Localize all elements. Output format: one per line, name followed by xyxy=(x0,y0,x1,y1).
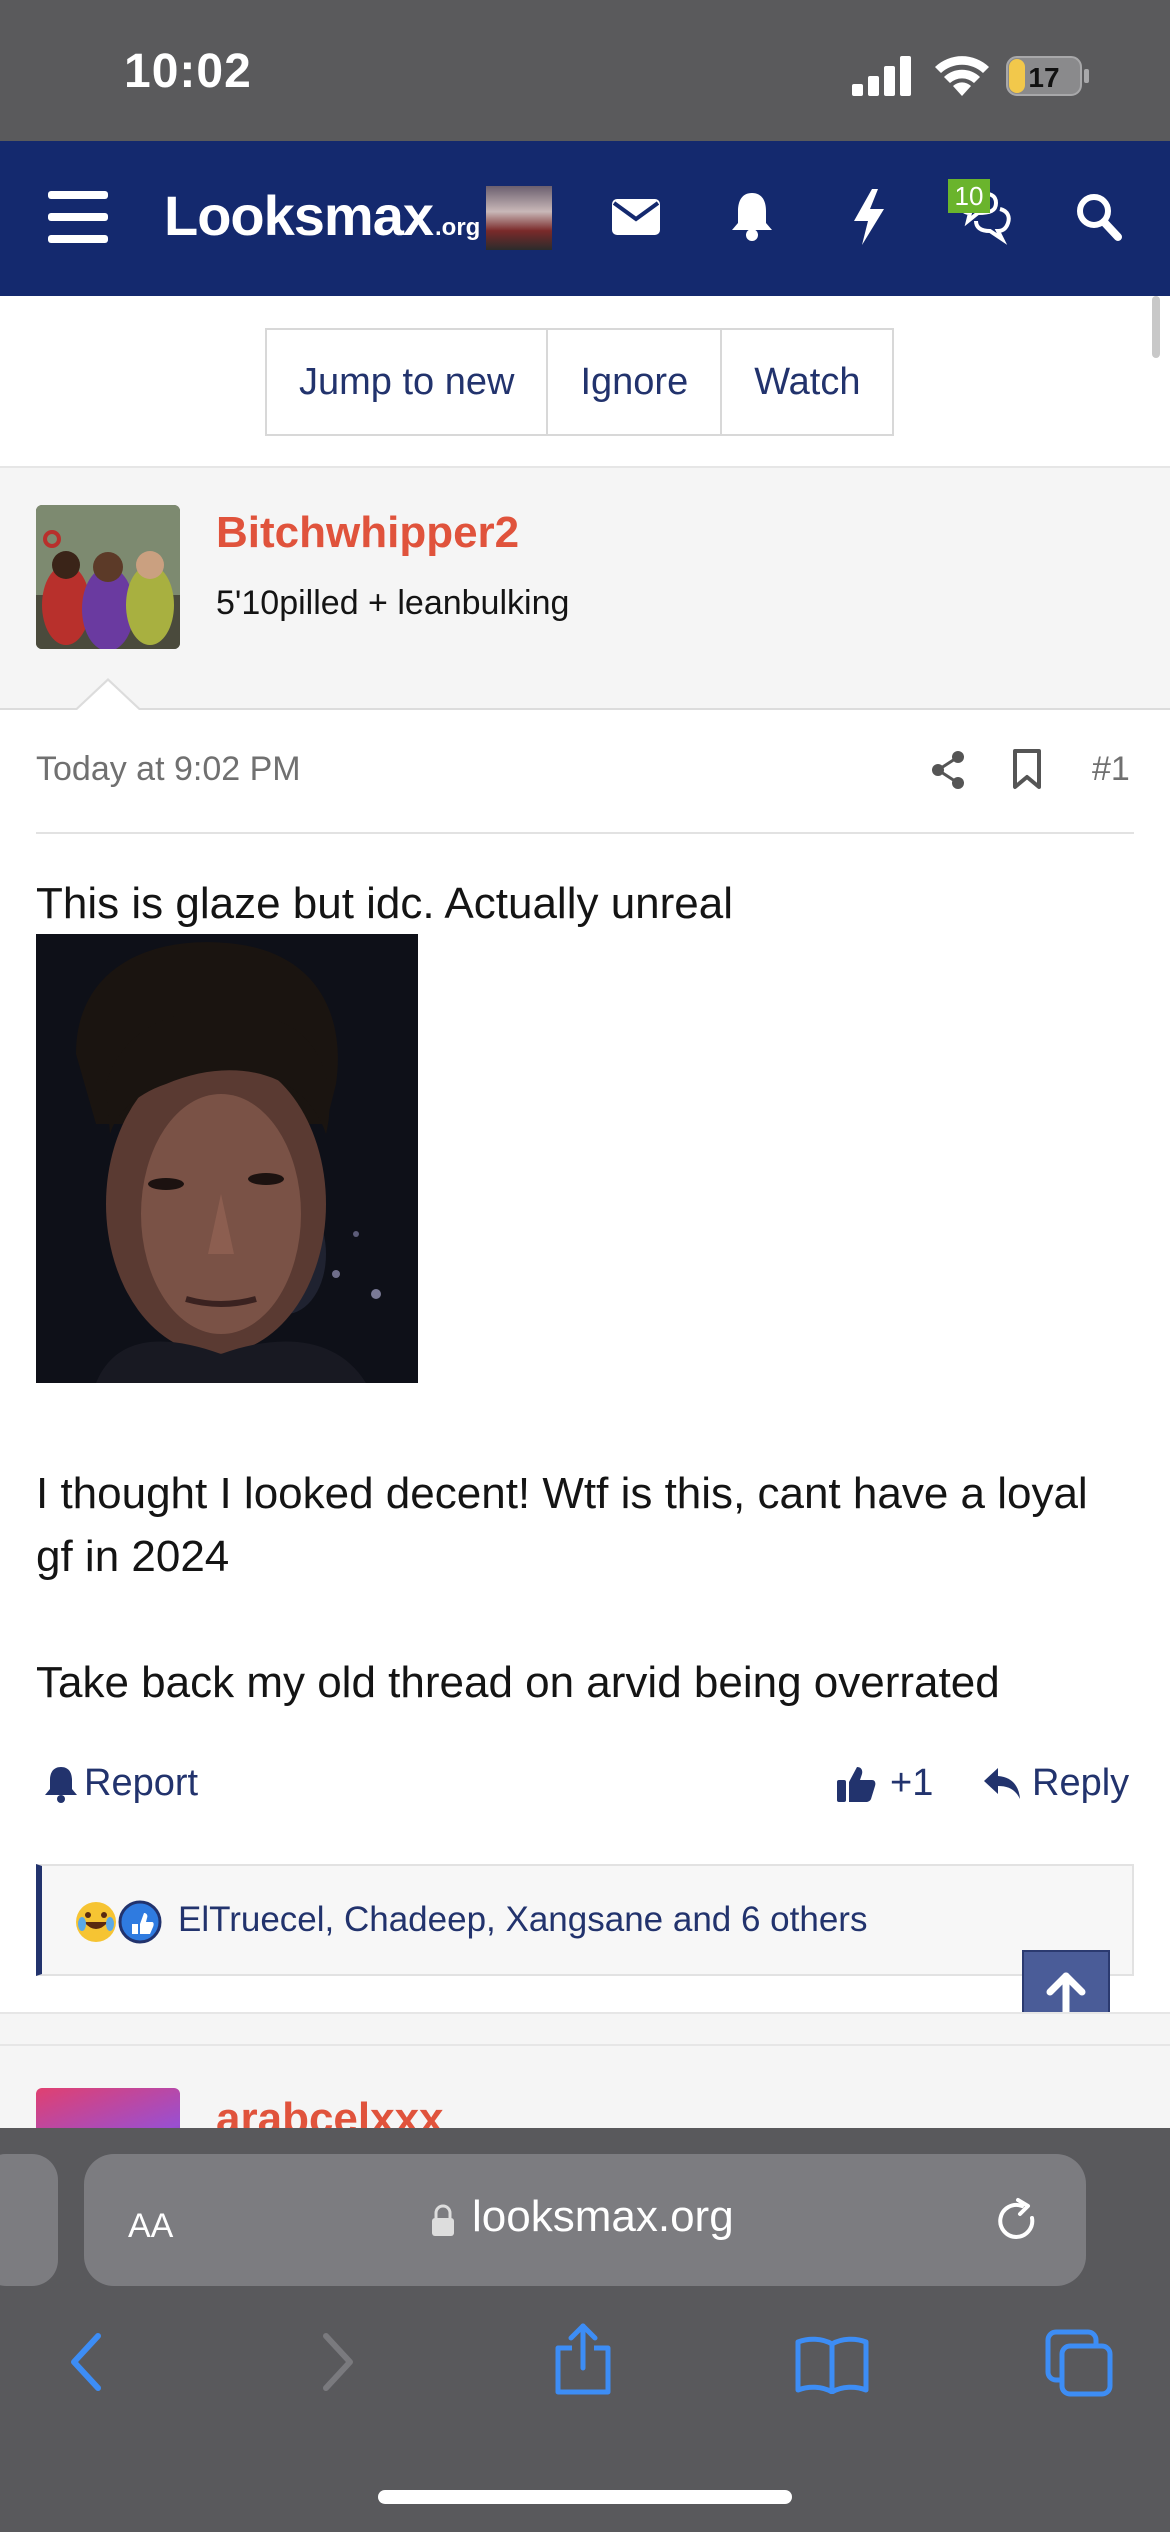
share-icon[interactable] xyxy=(930,750,966,790)
lock-icon xyxy=(432,2204,454,2236)
site-logo[interactable]: Looksmax .org xyxy=(164,183,480,253)
like-button[interactable]: +1 xyxy=(836,1762,933,1805)
page-scrollbar[interactable] xyxy=(1152,296,1160,358)
share-sheet-icon[interactable] xyxy=(552,2322,614,2396)
back-icon[interactable] xyxy=(66,2332,106,2392)
photo-content xyxy=(36,934,418,1383)
bookmark-icon[interactable] xyxy=(1012,748,1042,790)
like-count: +1 xyxy=(890,1762,934,1804)
poster-avatar[interactable] xyxy=(36,505,180,649)
text-size-button[interactable]: AA xyxy=(128,2194,173,2249)
report-label: Report xyxy=(84,1762,199,1804)
browser-toolbar: AA looksmax.org xyxy=(0,2128,1170,2532)
post-line-2a: I thought I looked decent! Wtf is this, … xyxy=(36,1469,1088,1518)
post-separator xyxy=(0,2012,1170,2046)
next-poster-avatar[interactable] xyxy=(36,2088,180,2130)
bell-report-icon xyxy=(45,1766,77,1803)
post-line-3: Take back my old thread on arvid being o… xyxy=(36,1658,1000,1707)
reply-arrow-icon xyxy=(984,1767,1020,1799)
next-post-header: arabcelxxx xyxy=(0,2046,1170,2130)
forward-icon[interactable] xyxy=(318,2332,358,2392)
post-image[interactable] xyxy=(36,934,418,1383)
post-line-1: This is glaze but idc. Actually unreal xyxy=(36,879,734,928)
post-pointer xyxy=(74,678,142,711)
next-post-username[interactable]: arabcelxxx xyxy=(216,2094,444,2130)
thread-actions: Jump to new Ignore Watch xyxy=(265,328,895,436)
reactions-bar[interactable]: ElTruecel, Chadeep, Xangsane and 6 other… xyxy=(36,1864,1134,1976)
conversations-badge: 10 xyxy=(948,179,990,213)
logo-suffix: .org xyxy=(435,214,481,241)
post-divider xyxy=(36,832,1134,834)
status-time: 10:02 xyxy=(124,45,252,98)
watch-button[interactable]: Watch xyxy=(722,330,893,434)
menu-icon[interactable] xyxy=(48,191,108,243)
post-number[interactable]: #1 xyxy=(1092,750,1130,789)
jump-to-new-button[interactable]: Jump to new xyxy=(267,330,549,434)
cellular-signal-icon xyxy=(852,56,911,96)
status-bar: 10:02 17 xyxy=(0,0,1170,141)
battery-level: 17 xyxy=(1028,62,1059,93)
home-indicator[interactable] xyxy=(378,2490,792,2504)
avatar-image xyxy=(36,505,180,649)
user-avatar[interactable] xyxy=(486,186,552,250)
reaction-icons xyxy=(76,1900,162,1944)
wifi-icon xyxy=(935,56,989,96)
previous-tab-peek[interactable] xyxy=(0,2154,58,2286)
ignore-button[interactable]: Ignore xyxy=(548,330,723,434)
logo-text: Looksmax xyxy=(164,184,434,247)
post-date[interactable]: Today at 9:02 PM xyxy=(36,750,301,789)
lightning-icon[interactable] xyxy=(852,189,886,245)
reply-label: Reply xyxy=(1032,1762,1130,1804)
reload-icon[interactable] xyxy=(992,2196,1042,2246)
post-line-2b: gf in 2024 xyxy=(36,1532,230,1581)
user-title: 5'10pilled + leanbulking xyxy=(216,584,570,622)
post-username[interactable]: Bitchwhipper2 xyxy=(216,508,519,558)
reaction-names[interactable]: ElTruecel, Chadeep, Xangsane and 6 other… xyxy=(178,1866,867,1974)
battery-icon: 17 xyxy=(1006,56,1089,96)
bookmarks-icon[interactable] xyxy=(794,2334,870,2394)
envelope-icon[interactable] xyxy=(612,199,660,235)
report-button[interactable]: Report xyxy=(44,1762,198,1805)
reply-button[interactable]: Reply xyxy=(982,1762,1129,1805)
url-text[interactable]: looksmax.org xyxy=(472,2192,734,2242)
thumbs-up-icon xyxy=(837,1766,876,1802)
tabs-icon[interactable] xyxy=(1044,2328,1114,2398)
search-icon[interactable] xyxy=(1076,193,1122,241)
bell-icon[interactable] xyxy=(730,191,774,241)
site-navbar: Looksmax .org 10 xyxy=(0,141,1170,296)
address-bar[interactable]: AA looksmax.org xyxy=(84,2154,1086,2286)
